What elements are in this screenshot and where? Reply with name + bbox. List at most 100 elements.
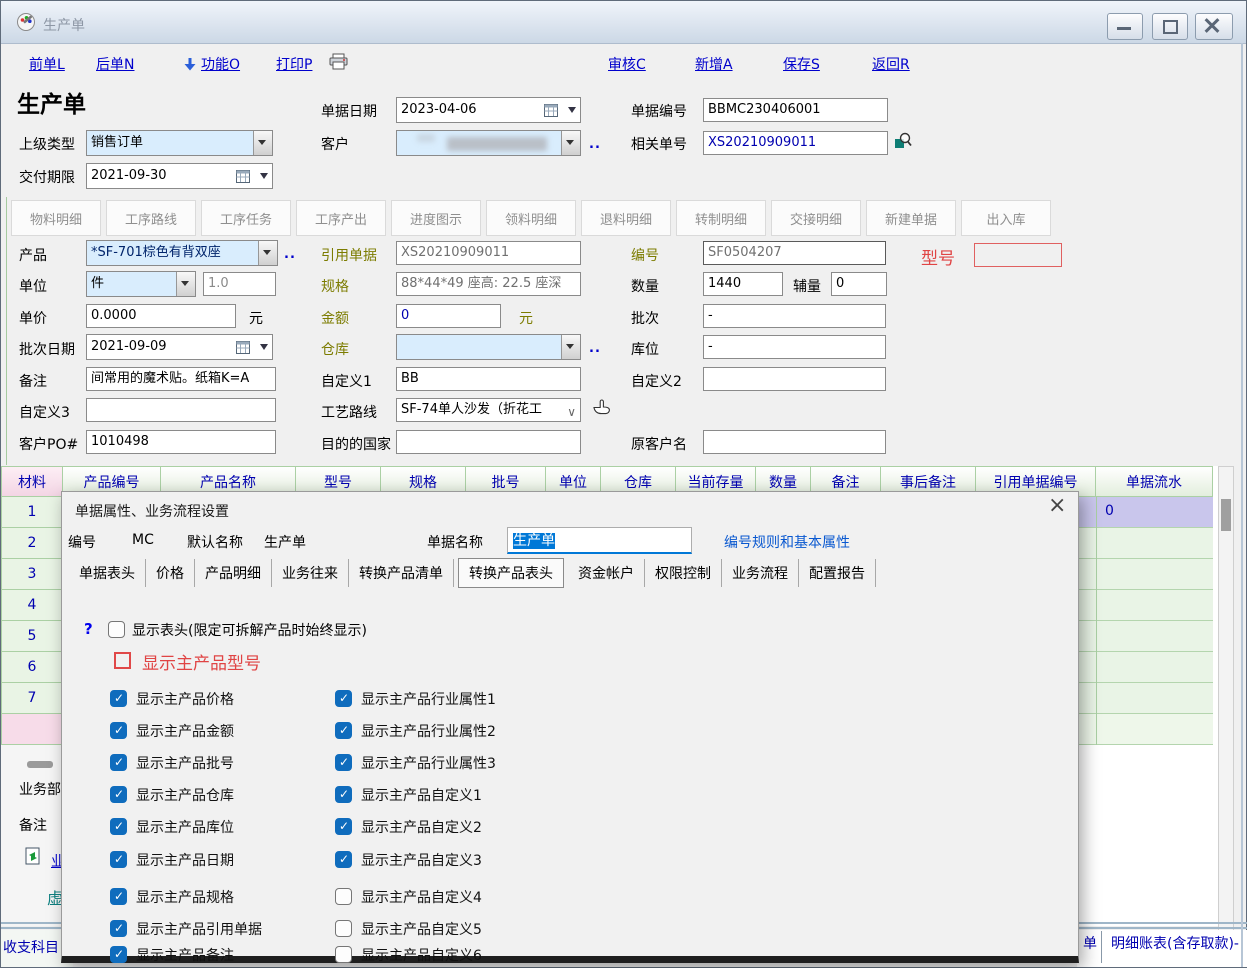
row-number[interactable]: 2 — [1, 528, 63, 559]
dialog-tab-business[interactable]: 业务往来 — [272, 559, 349, 587]
checkbox-show-model[interactable] — [114, 652, 131, 669]
pointing-hand-icon[interactable] — [593, 399, 611, 419]
tab-material-detail[interactable]: 物料明细 — [11, 200, 101, 236]
checkbox-show-location[interactable]: 显示主产品库位 — [110, 816, 234, 837]
checkbox-show-custom3[interactable]: 显示主产品自定义3 — [335, 849, 482, 870]
aux-qty-field[interactable]: 0 — [831, 272, 887, 296]
toolbar-add-new[interactable]: 新增A — [695, 54, 733, 74]
spec-field[interactable]: 88*44*49 座高: 22.5 座深 — [396, 272, 581, 296]
product-combo[interactable]: *SF-701棕色有背双座 — [86, 240, 278, 266]
unit-dropdown-icon[interactable] — [176, 272, 195, 296]
ref-doc-field[interactable]: XS20210909011 — [396, 241, 581, 265]
deadline-field[interactable]: 2021-09-30 — [86, 163, 273, 189]
toolbar-prev-doc[interactable]: 前单L — [29, 54, 65, 74]
row-number[interactable]: 1 — [1, 497, 63, 528]
checkbox-show-price[interactable]: 显示主产品价格 — [110, 688, 234, 709]
tab-transfer-detail[interactable]: 转制明细 — [676, 200, 766, 236]
dialog-tab-fund-account[interactable]: 资金帐户 — [568, 559, 645, 587]
deadline-dropdown-icon[interactable] — [260, 173, 268, 183]
tab-process-output[interactable]: 工序产出 — [296, 200, 386, 236]
function-dropdown-arrow-icon[interactable] — [184, 56, 196, 75]
dialog-tab-convert-list[interactable]: 转换产品清单 — [349, 559, 454, 587]
row-number[interactable]: 5 — [1, 621, 63, 652]
toolbar-print[interactable]: 打印P — [276, 54, 312, 74]
scrollbar-thumb[interactable] — [1221, 499, 1231, 531]
product-more-button[interactable]: .. — [284, 247, 296, 262]
product-dropdown-icon[interactable] — [258, 241, 277, 265]
tab-process-route[interactable]: 工序路线 — [106, 200, 196, 236]
dialog-tab-convert-header[interactable]: 转换产品表头 — [458, 558, 564, 588]
doc-date-dropdown-icon[interactable] — [568, 107, 576, 117]
toolbar-save[interactable]: 保存S — [783, 54, 820, 74]
route-dropdown-icon[interactable]: ∨ — [567, 402, 576, 422]
customer-dropdown-icon[interactable] — [561, 131, 580, 155]
customer-po-field[interactable]: 1010498 — [86, 430, 276, 454]
price-field[interactable]: 0.0000 — [86, 304, 236, 328]
location-field[interactable]: - — [703, 335, 886, 359]
checkbox-show-industry-attr1[interactable]: 显示主产品行业属性1 — [335, 688, 496, 709]
custom3-field[interactable] — [86, 398, 276, 422]
batch-date-dropdown-icon[interactable] — [260, 344, 268, 354]
unit-factor-field[interactable]: 1.0 — [203, 272, 276, 296]
dest-country-field[interactable] — [396, 430, 581, 454]
custom2-field[interactable] — [703, 367, 886, 391]
toolbar-back[interactable]: 返回R — [872, 54, 910, 74]
maximize-button[interactable] — [1152, 13, 1188, 40]
dialog-tab-doc-header[interactable]: 单据表头 — [69, 559, 146, 587]
doc-refresh-icon[interactable] — [25, 847, 41, 870]
customer-more-button[interactable]: .. — [589, 137, 601, 152]
dialog-tab-permission[interactable]: 权限控制 — [645, 559, 722, 587]
batch-field[interactable]: - — [703, 304, 886, 328]
checkbox-show-spec[interactable]: 显示主产品规格 — [110, 886, 234, 907]
remark-field[interactable]: 间常用的魔术贴。纸箱K=A — [86, 367, 276, 391]
calendar-icon[interactable] — [236, 169, 250, 189]
calendar-icon[interactable] — [544, 103, 558, 123]
custom1-field[interactable]: BB — [396, 367, 581, 391]
col-header-doc-serial[interactable]: 单据流水 — [1096, 466, 1213, 497]
numbering-rules-link[interactable]: 编号规则和基本属性 — [724, 532, 850, 552]
dialog-tab-product-detail[interactable]: 产品明细 — [195, 559, 272, 587]
unit-combo[interactable]: 件 — [86, 271, 196, 297]
tab-in-out-stock[interactable]: 出入库 — [961, 200, 1051, 236]
toolbar-function-menu[interactable]: 功能O — [201, 54, 240, 74]
bottom-tab-doc[interactable]: 单 — [1083, 933, 1097, 953]
code-field[interactable]: SF0504207 — [703, 241, 886, 265]
tab-return-detail[interactable]: 退料明细 — [581, 200, 671, 236]
checkbox-show-industry-attr2[interactable]: 显示主产品行业属性2 — [335, 720, 496, 741]
checkbox-show-custom5[interactable]: 显示主产品自定义5 — [335, 918, 482, 939]
splitter-handle[interactable] — [27, 761, 53, 768]
dialog-doc-name-input[interactable]: 生产单 — [507, 527, 692, 554]
checkbox-show-remark[interactable]: 显示主产品备注 — [110, 944, 234, 965]
checkbox-show-header[interactable] — [108, 621, 125, 638]
tab-process-task[interactable]: 工序任务 — [201, 200, 291, 236]
checkbox-show-ref-doc[interactable]: 显示主产品引用单据 — [110, 918, 262, 939]
tab-picking-detail[interactable]: 领料明细 — [486, 200, 576, 236]
checkbox-show-date[interactable]: 显示主产品日期 — [110, 849, 234, 870]
checkbox-show-amount[interactable]: 显示主产品金额 — [110, 720, 234, 741]
insert-row-marker[interactable] — [1, 714, 63, 745]
toolbar-audit[interactable]: 审核C — [608, 54, 646, 74]
dialog-tab-price[interactable]: 价格 — [146, 559, 195, 587]
vertical-scrollbar[interactable] — [1218, 466, 1234, 945]
checkbox-show-industry-attr3[interactable]: 显示主产品行业属性3 — [335, 752, 496, 773]
parent-type-dropdown-icon[interactable] — [253, 131, 272, 155]
checkbox-show-warehouse[interactable]: 显示主产品仓库 — [110, 784, 234, 805]
toolbar-next-doc[interactable]: 后单N — [96, 54, 134, 74]
checkbox-show-batch[interactable]: 显示主产品批号 — [110, 752, 234, 773]
checkbox-show-custom4[interactable]: 显示主产品自定义4 — [335, 886, 482, 907]
row-number[interactable]: 3 — [1, 559, 63, 590]
checkbox-show-custom6[interactable]: 显示主产品自定义6 — [335, 944, 482, 965]
related-no-field[interactable]: XS20210909011 — [703, 131, 888, 155]
dialog-tab-report-config[interactable]: 配置报告 — [799, 559, 876, 587]
help-icon[interactable]: ? — [84, 620, 93, 638]
route-select[interactable]: SF-74单人沙发（折花工 ∨ — [396, 398, 581, 422]
minimize-button[interactable] — [1107, 13, 1143, 40]
tab-progress-chart[interactable]: 进度图示 — [391, 200, 481, 236]
warehouse-more-button[interactable]: .. — [589, 341, 601, 356]
bottom-left-tab[interactable]: 收支科目 — [3, 937, 59, 957]
row-number[interactable]: 4 — [1, 590, 63, 621]
bottom-tab-detail-ledger[interactable]: 明细账表(含存取款)- — [1111, 933, 1247, 953]
orig-customer-field[interactable] — [703, 430, 886, 454]
model-field[interactable] — [974, 243, 1062, 267]
tab-new-doc[interactable]: 新建单据 — [866, 200, 956, 236]
